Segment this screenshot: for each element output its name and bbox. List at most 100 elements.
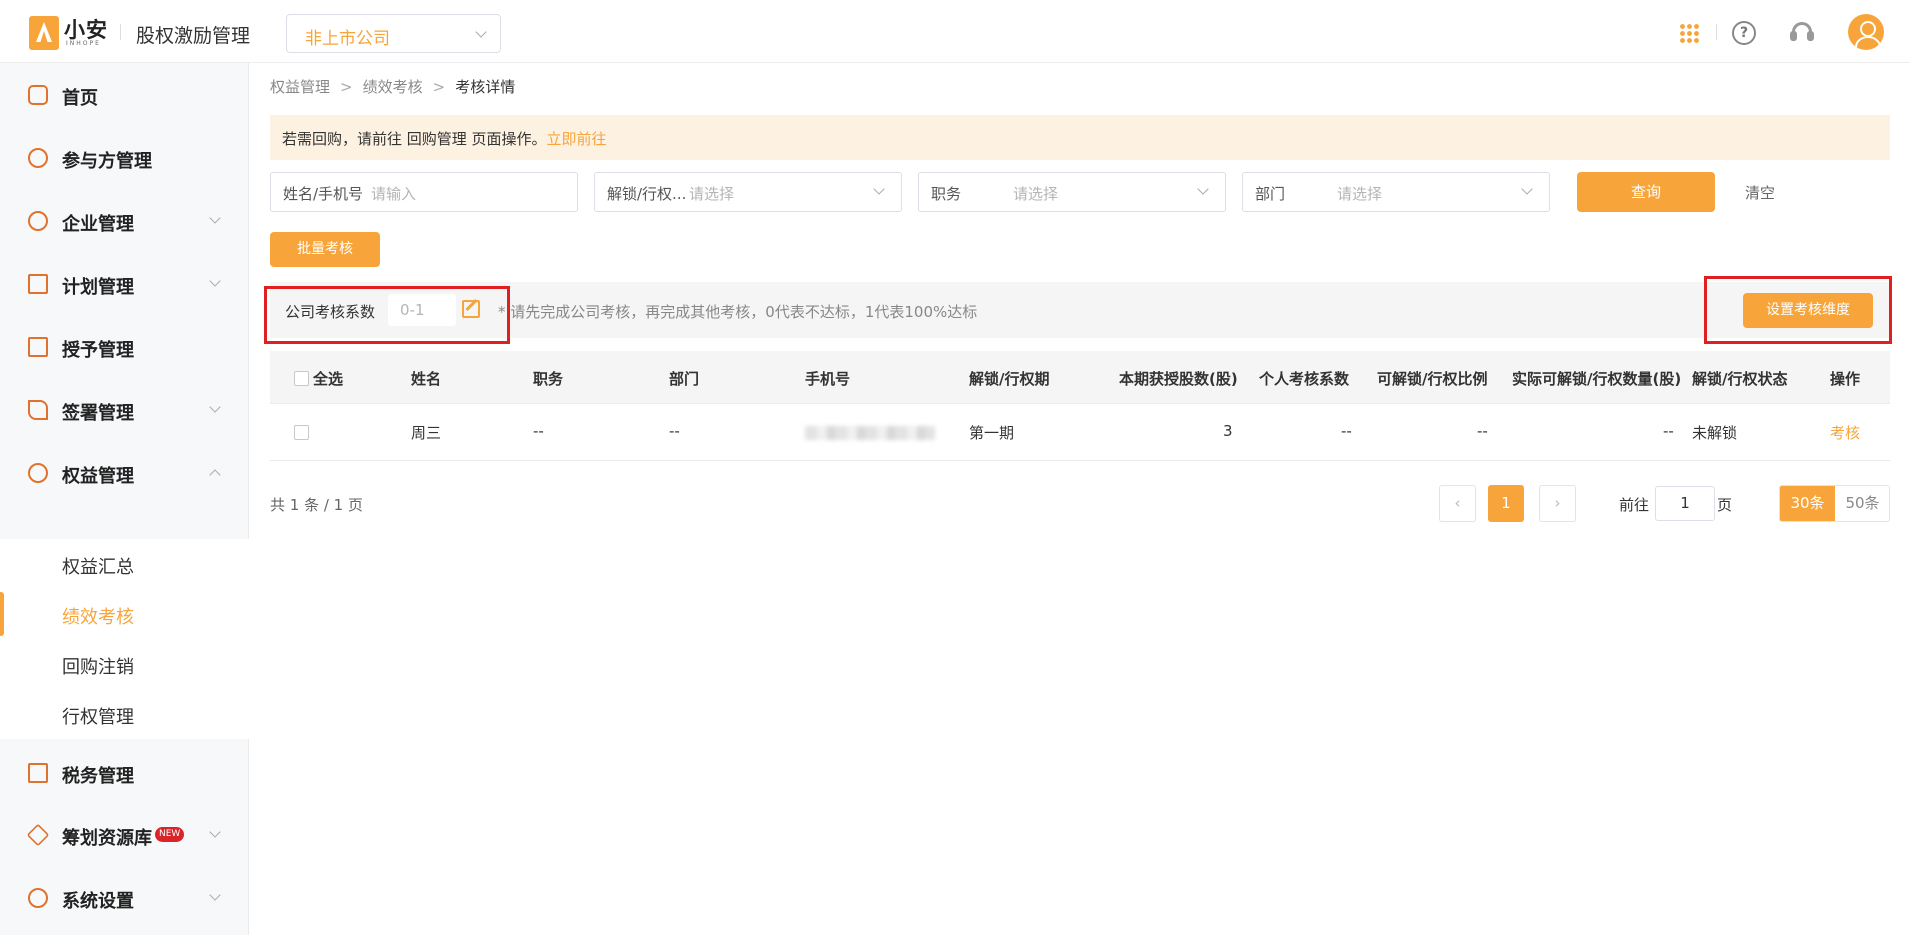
- chevron-down-icon: [873, 183, 885, 195]
- breadcrumb-item[interactable]: 绩效考核: [363, 76, 423, 97]
- sidebar-item-label: 授予管理: [62, 340, 134, 361]
- column-header: 个人考核系数: [1259, 370, 1350, 388]
- column-header: 操作: [1830, 370, 1861, 388]
- cell-phone-blurred: [805, 426, 935, 440]
- cell-period: 第一期: [969, 424, 1015, 442]
- logo-icon: [29, 16, 59, 50]
- chevron-down-icon: [209, 275, 221, 287]
- highlight-box: [1704, 276, 1892, 344]
- user-avatar[interactable]: [1848, 14, 1884, 50]
- company-coefficient-bar: 公司考核系数 0-1 * 请先完成公司考核，再完成其他考核，0代表不达标，1代表…: [270, 282, 1890, 338]
- apps-grid-icon[interactable]: [1679, 23, 1699, 43]
- position-filter-select[interactable]: 职务 请选择: [918, 172, 1226, 212]
- sidebar-item-resources[interactable]: 筹划资源库 NEW: [0, 810, 249, 860]
- sidebar-item-label: 税务管理: [62, 766, 134, 787]
- period-filter-select[interactable]: 解锁/行权... 请选择: [594, 172, 902, 212]
- filter-placeholder: 请选择: [1013, 185, 1059, 203]
- table-row: 周三 -- -- 第一期 3 -- -- -- 未解锁 考核: [270, 405, 1890, 461]
- sidebar-item-participants[interactable]: 参与方管理: [0, 133, 249, 183]
- current-page-button[interactable]: 1: [1488, 485, 1524, 522]
- chevron-up-icon: [209, 469, 221, 481]
- equity-submenu: 权益汇总 绩效考核 回购注销 行权管理: [0, 539, 249, 739]
- breadcrumb-current: 考核详情: [455, 78, 516, 96]
- chevron-down-icon: [209, 212, 221, 224]
- filter-label: 解锁/行权...: [607, 185, 687, 203]
- sidebar-item-tax[interactable]: 税务管理: [0, 748, 249, 798]
- sidebar-item-label: 计划管理: [62, 277, 134, 298]
- filter-placeholder: 请选择: [689, 185, 735, 203]
- next-page-button[interactable]: ›: [1539, 485, 1576, 522]
- sidebar-item-label: 签署管理: [62, 403, 134, 424]
- header-divider: [1716, 24, 1717, 40]
- sidebar-item-grant[interactable]: 授予管理: [0, 322, 249, 372]
- breadcrumb-item[interactable]: 权益管理: [270, 76, 330, 97]
- chevron-down-icon: [209, 401, 221, 413]
- filter-placeholder: 请输入: [371, 185, 417, 203]
- filter-label: 姓名/手机号: [283, 185, 364, 203]
- layers-icon: [26, 823, 50, 847]
- column-header: 解锁/行权状态: [1692, 370, 1788, 388]
- column-header: 部门: [669, 370, 700, 388]
- goto-page-input[interactable]: 1: [1655, 486, 1715, 521]
- cell-name: 周三: [411, 424, 442, 442]
- page-size-option[interactable]: 50条: [1835, 486, 1889, 521]
- page-size-group: 30条 50条: [1779, 485, 1890, 522]
- sidebar-item-enterprise[interactable]: 企业管理: [0, 196, 249, 246]
- sign-icon: [28, 400, 48, 420]
- breadcrumb-separator-icon: >: [432, 78, 446, 96]
- cell-actual: --: [1663, 422, 1674, 440]
- submenu-item-label: 权益汇总: [62, 557, 134, 578]
- home-icon: [28, 85, 48, 105]
- cell-ratio: --: [1477, 422, 1488, 440]
- assess-link[interactable]: 考核: [1830, 422, 1860, 443]
- row-checkbox[interactable]: [294, 425, 309, 440]
- filter-label: 部门: [1255, 185, 1286, 203]
- new-badge: NEW: [155, 827, 185, 842]
- column-header: 全选: [313, 370, 344, 388]
- tax-icon: [28, 763, 48, 783]
- select-all-checkbox[interactable]: [294, 371, 309, 386]
- query-button[interactable]: 查询: [1577, 172, 1715, 212]
- filter-label: 职务: [931, 185, 962, 203]
- help-icon[interactable]: ?: [1732, 21, 1756, 45]
- sidebar-item-label: 权益管理: [62, 466, 134, 487]
- cell-position: --: [533, 422, 544, 440]
- sidebar-item-label: 参与方管理: [62, 151, 152, 172]
- breadcrumb-separator-icon: >: [340, 78, 353, 96]
- sidebar-item-home[interactable]: 首页: [0, 70, 249, 120]
- enterprise-icon: [28, 211, 48, 231]
- logo-subtitle: INHOPE: [66, 40, 101, 47]
- chevron-down-icon: [209, 826, 221, 838]
- page-size-option[interactable]: 30条: [1780, 486, 1835, 521]
- notice-link[interactable]: 立即前往: [547, 130, 607, 148]
- submenu-item-performance[interactable]: 绩效考核: [0, 589, 249, 639]
- coefficient-note: * 请先完成公司考核，再完成其他考核，0代表不达标，1代表100%达标: [498, 303, 978, 321]
- submenu-item-label: 行权管理: [62, 707, 134, 728]
- sidebar-item-plan[interactable]: 计划管理: [0, 259, 249, 309]
- breadcrumb: 权益管理 > 绩效考核 > 考核详情: [270, 76, 515, 97]
- submenu-item-buyback[interactable]: 回购注销: [0, 639, 249, 689]
- prev-page-button[interactable]: ‹: [1439, 485, 1476, 522]
- sidebar: 首页 参与方管理 企业管理 计划管理 授予管理 签署管理 权益管理 权益汇总 绩…: [0, 63, 249, 935]
- submenu-item-exercise[interactable]: 行权管理: [0, 689, 249, 739]
- settings-icon: [28, 888, 48, 908]
- grant-icon: [28, 337, 48, 357]
- page-suffix-label: 页: [1717, 496, 1733, 514]
- chevron-down-icon: [475, 26, 487, 38]
- sidebar-item-sign[interactable]: 签署管理: [0, 385, 249, 435]
- company-type-select[interactable]: 非上市公司: [286, 14, 501, 53]
- name-phone-filter[interactable]: 姓名/手机号 请输入: [270, 172, 578, 212]
- users-icon: [28, 148, 48, 168]
- cell-department: --: [669, 422, 680, 440]
- clear-button[interactable]: 清空: [1745, 182, 1775, 203]
- submenu-item-equity-summary[interactable]: 权益汇总: [0, 539, 249, 589]
- chevron-down-icon: [209, 889, 221, 901]
- pagination-total: 共 1 条 / 1 页: [270, 496, 363, 514]
- sidebar-item-settings[interactable]: 系统设置: [0, 873, 249, 923]
- sidebar-item-equity[interactable]: 权益管理: [0, 448, 249, 498]
- company-type-value: 非上市公司: [305, 29, 390, 49]
- chevron-down-icon: [1197, 183, 1209, 195]
- customer-service-icon[interactable]: [1790, 20, 1814, 46]
- batch-assess-button[interactable]: 批量考核: [270, 232, 380, 267]
- department-filter-select[interactable]: 部门 请选择: [1242, 172, 1550, 212]
